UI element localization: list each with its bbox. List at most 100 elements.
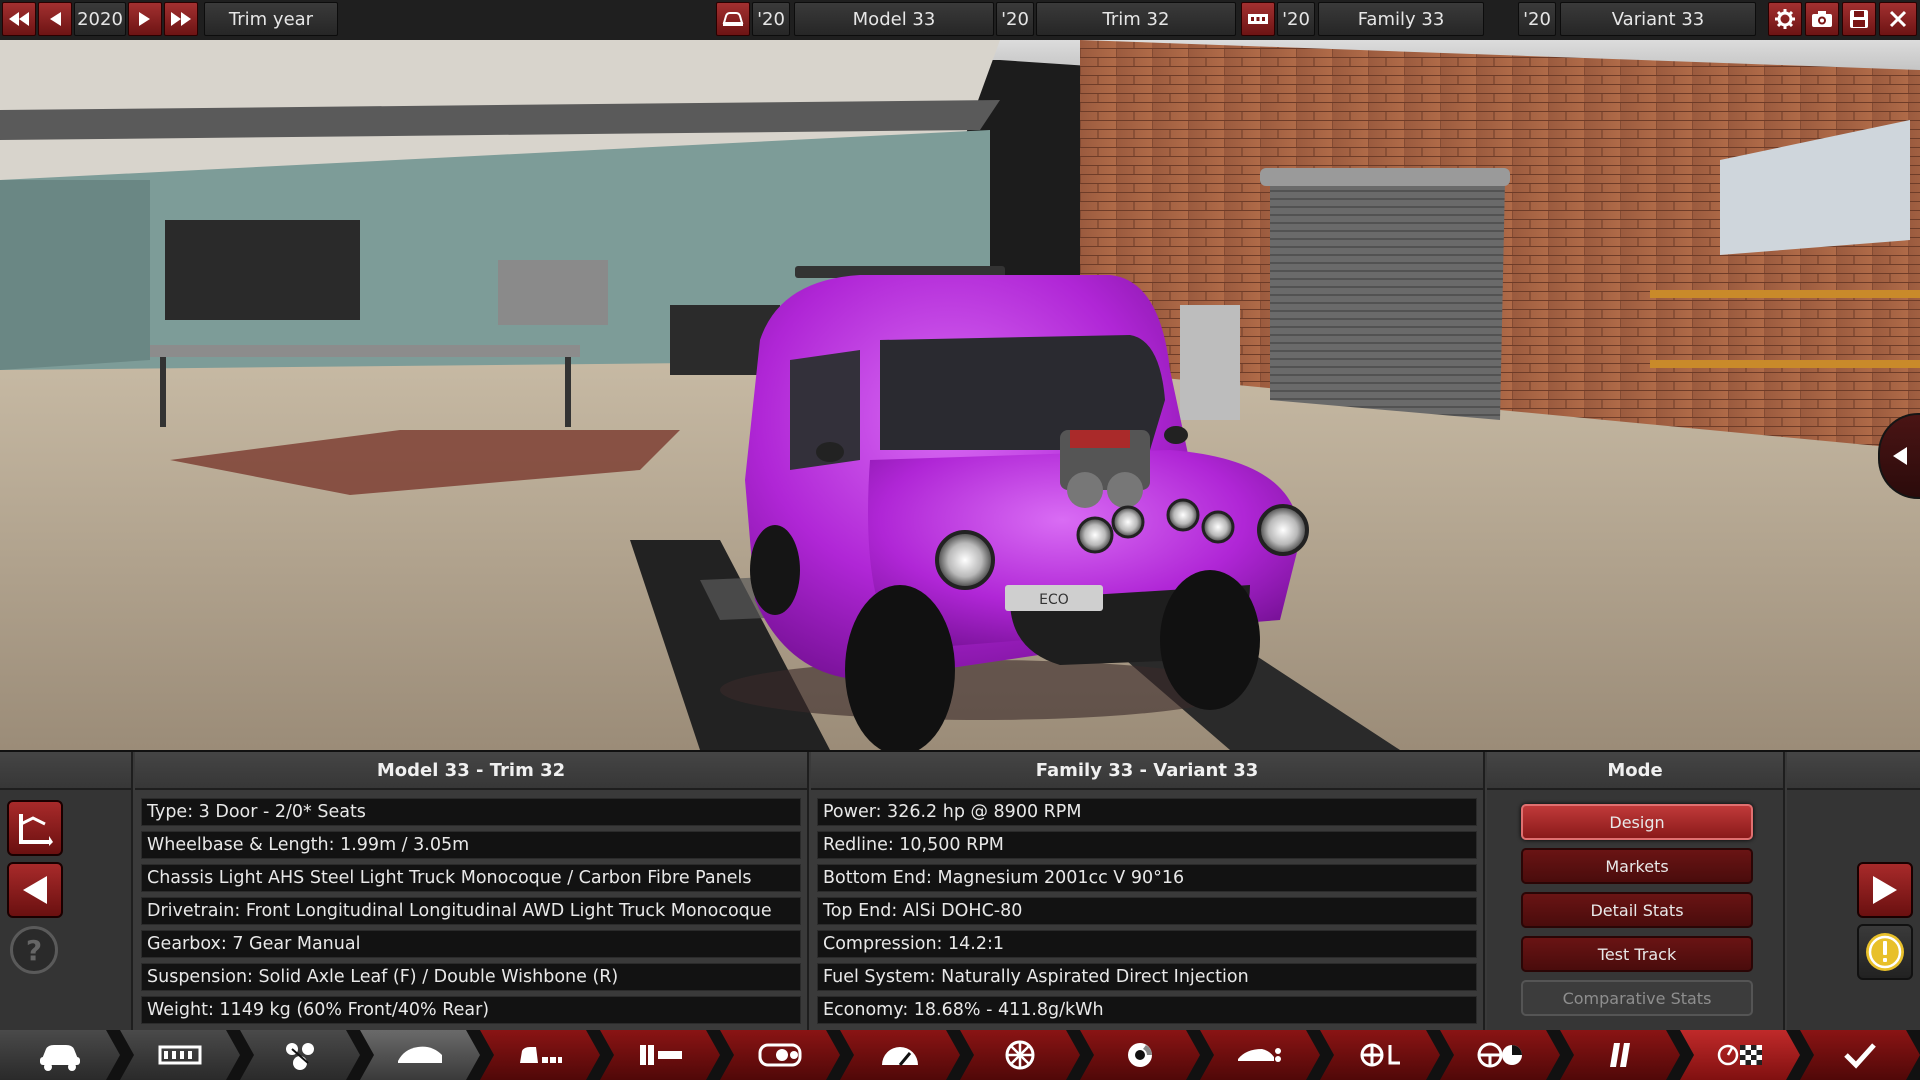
nav-tab-aero[interactable] (1200, 1030, 1320, 1080)
info-panel: ? Model 33 - Trim 32 Type: 3 Door - 2/0*… (0, 750, 1920, 1032)
camera-icon (1812, 11, 1832, 27)
trim-stat-gearbox: Gearbox: 7 Gear Manual (141, 930, 801, 958)
next-button[interactable] (1857, 862, 1913, 918)
trim-stats-title: Model 33 - Trim 32 (135, 752, 807, 790)
question-mark-icon: ? (25, 933, 43, 967)
nav-tab-trim[interactable] (600, 1030, 720, 1080)
left-arrow-icon (1893, 447, 1907, 465)
engine-stat-economy: Economy: 18.68% - 411.8g/kWh (817, 996, 1477, 1024)
trim-year-label[interactable]: Trim year (204, 2, 338, 36)
confirm-icon (1836, 1037, 1884, 1073)
steering-icon (1476, 1037, 1524, 1073)
nav-tab-confirm[interactable] (1800, 1030, 1920, 1080)
screenshot-button[interactable] (1805, 2, 1839, 36)
family-year: '20 (1277, 2, 1315, 36)
warning-icon (1866, 933, 1904, 971)
mode-markets-button[interactable]: Markets (1521, 848, 1753, 884)
trim-stat-wheelbase: Wheelbase & Length: 1.99m / 3.05m (141, 831, 801, 859)
engine-stats-title: Family 33 - Variant 33 (811, 752, 1483, 790)
gear-icon (1775, 9, 1795, 29)
aero-icon (1236, 1037, 1284, 1073)
nav-tab-suspension[interactable] (1320, 1030, 1440, 1080)
chassis-icon (156, 1037, 204, 1073)
trim-stats-panel: Model 33 - Trim 32 Type: 3 Door - 2/0* S… (135, 752, 809, 1032)
engine-stat-redline: Redline: 10,500 RPM (817, 831, 1477, 859)
nav-tab-tuning[interactable] (1560, 1030, 1680, 1080)
mode-title: Mode (1487, 752, 1783, 790)
fixtures-icon (516, 1037, 564, 1073)
garage-viewport[interactable]: ECO (0, 40, 1920, 750)
engine-stat-bottom-end: Bottom End: Magnesium 2001cc V 90°16 (817, 864, 1477, 892)
trim-stat-drivetrain: Drivetrain: Front Longitudinal Longitudi… (141, 897, 801, 925)
car-icon (36, 1037, 84, 1073)
camera-angle-icon (19, 814, 53, 846)
bottom-navigation (0, 1030, 1920, 1080)
model-name-field[interactable]: Model 33 (794, 2, 994, 36)
mode-panel: Mode Design Markets Detail Stats Test Tr… (1487, 752, 1785, 1032)
year-forward-button[interactable] (128, 2, 162, 36)
license-plate: ECO (1039, 592, 1069, 608)
close-icon (1889, 10, 1907, 28)
tuning-icon (1596, 1037, 1644, 1073)
model-selector-button[interactable] (716, 2, 750, 36)
mode-test-track-button[interactable]: Test Track (1521, 936, 1753, 972)
left-arrow-icon (23, 876, 47, 904)
engine-selector-button[interactable] (1241, 2, 1275, 36)
garage-scene: ECO (0, 40, 1920, 750)
year-back-button[interactable] (38, 2, 72, 36)
trim-icon (636, 1037, 684, 1073)
double-right-arrow-icon (171, 12, 191, 26)
back-button[interactable] (7, 862, 63, 918)
trim-name-field[interactable]: Trim 32 (1036, 2, 1236, 36)
variant-year: '20 (1518, 2, 1556, 36)
trim-stat-type: Type: 3 Door - 2/0* Seats (141, 798, 801, 826)
engine-stats-panel: Family 33 - Variant 33 Power: 326.2 hp @… (811, 752, 1485, 1032)
family-name-field[interactable]: Family 33 (1318, 2, 1484, 36)
engine-stat-compression: Compression: 14.2:1 (817, 930, 1477, 958)
test-flag-icon (1716, 1037, 1764, 1073)
left-arrow-icon (50, 12, 61, 26)
variant-name-field[interactable]: Variant 33 (1560, 2, 1756, 36)
floppy-disk-icon (1850, 10, 1868, 28)
camera-view-button[interactable] (7, 800, 63, 856)
nav-tab-brake[interactable] (1080, 1030, 1200, 1080)
car-front-icon (722, 12, 744, 26)
nav-tab-wheel[interactable] (960, 1030, 1080, 1080)
body-icon (396, 1037, 444, 1073)
mode-detail-stats-button[interactable]: Detail Stats (1521, 892, 1753, 928)
engine-stat-fuel-system: Fuel System: Naturally Aspirated Direct … (817, 963, 1477, 991)
right-arrow-icon (1873, 876, 1897, 904)
year-fast-back-button[interactable] (2, 2, 36, 36)
nav-tab-chassis[interactable] (120, 1030, 240, 1080)
trim-stat-weight: Weight: 1149 kg (60% Front/40% Rear) (141, 996, 801, 1024)
engine-icon (756, 1037, 804, 1073)
nav-tab-car[interactable] (0, 1030, 120, 1080)
double-left-arrow-icon (9, 12, 29, 26)
nav-tab-test-flag[interactable] (1680, 1030, 1800, 1080)
nav-tab-engine-parts[interactable] (240, 1030, 360, 1080)
tool-column: ? (0, 752, 133, 1032)
top-bar: 2020 Trim year '20 Model 33 '20 Trim 32 … (0, 0, 1920, 41)
model-year: '20 (752, 2, 790, 36)
brake-icon (1116, 1037, 1164, 1073)
year-display: 2020 (74, 2, 126, 36)
settings-button[interactable] (1768, 2, 1802, 36)
trim-stat-chassis: Chassis Light AHS Steel Light Truck Mono… (141, 864, 801, 892)
mode-comparative-stats-button[interactable]: Comparative Stats (1521, 980, 1753, 1016)
warnings-button[interactable] (1857, 924, 1913, 980)
trim-year: '20 (996, 2, 1034, 36)
right-tool-column (1787, 752, 1920, 1032)
engine-block-icon (1248, 14, 1268, 24)
save-button[interactable] (1842, 2, 1876, 36)
nav-tab-fixtures[interactable] (480, 1030, 600, 1080)
suspension-icon (1356, 1037, 1404, 1073)
mode-design-button[interactable]: Design (1521, 804, 1753, 840)
engine-parts-icon (276, 1037, 324, 1073)
year-fast-forward-button[interactable] (164, 2, 198, 36)
close-button[interactable] (1879, 2, 1917, 36)
nav-tab-steering[interactable] (1440, 1030, 1560, 1080)
nav-tab-gauge[interactable] (840, 1030, 960, 1080)
help-button[interactable]: ? (10, 926, 58, 974)
nav-tab-engine[interactable] (720, 1030, 840, 1080)
nav-tab-body[interactable] (360, 1030, 480, 1080)
